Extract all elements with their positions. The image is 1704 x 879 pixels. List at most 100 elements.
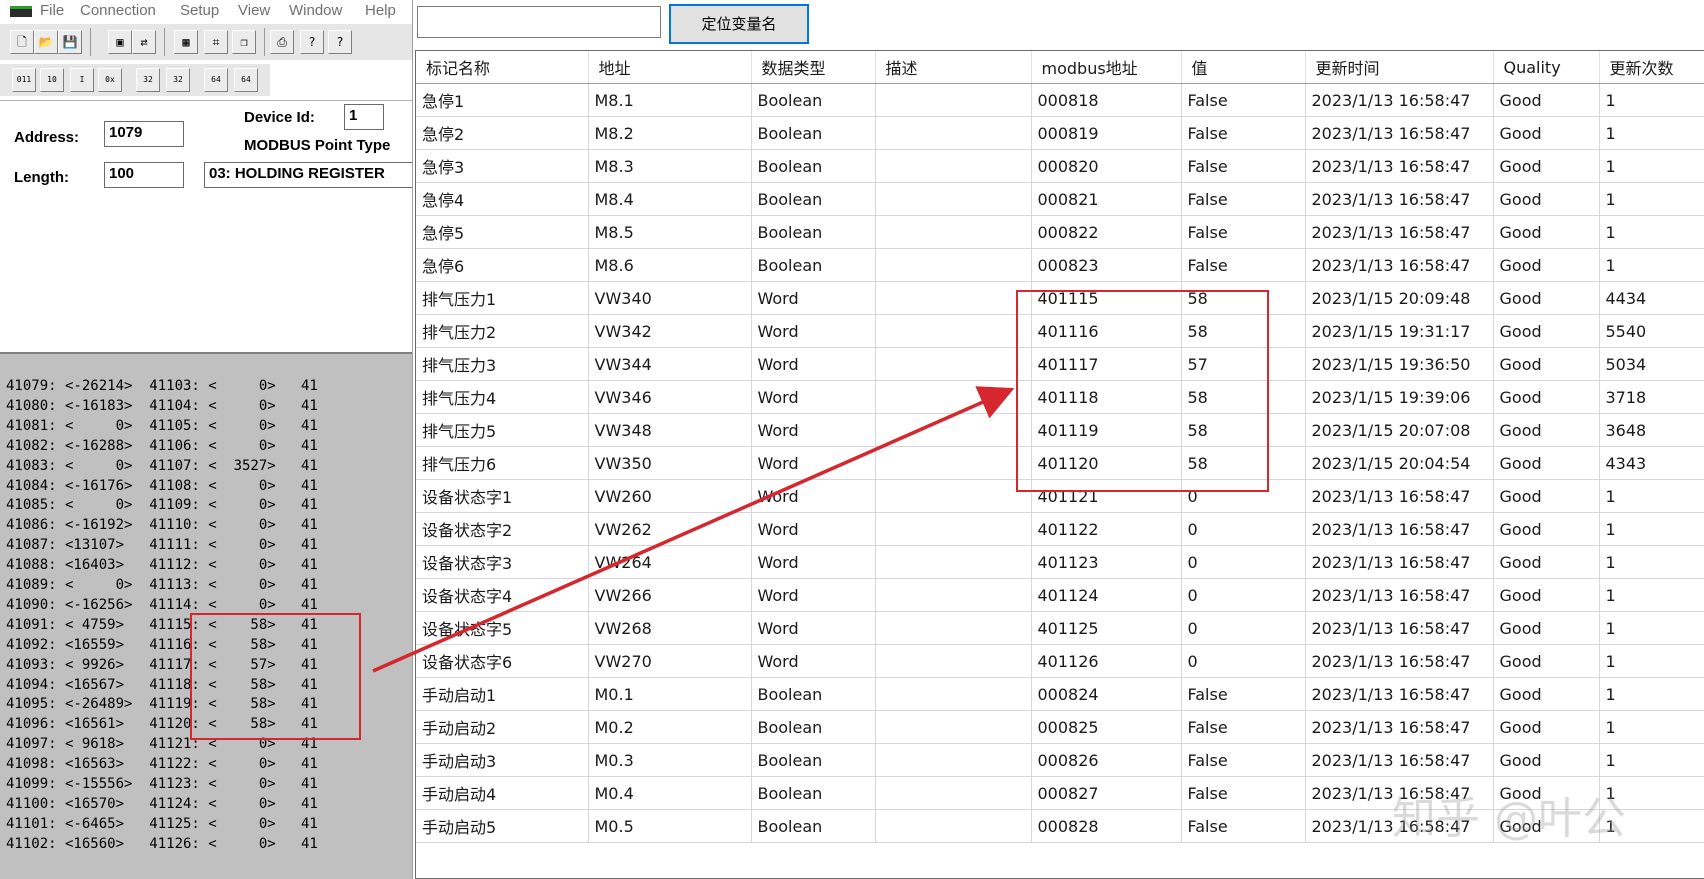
description-cell xyxy=(875,347,1032,381)
table-row[interactable]: 排气压力2 VW342 Word 401116 58 2023/1/15 19:31:17… xyxy=(416,314,1704,348)
table-row[interactable]: 设备状态字1 VW260 Word 401121 0 2023/1/13 16:58:47… xyxy=(416,479,1704,513)
update-count-cell: 1 xyxy=(1599,248,1704,282)
table-row[interactable]: 排气压力4 VW346 Word 401118 58 2023/1/15 19:39:06… xyxy=(416,380,1704,414)
decimal-format-icon[interactable]: 10 xyxy=(40,68,64,92)
table-row[interactable]: 手动启动1 M0.1 Boolean 000824 False 2023/1/13 16:… xyxy=(416,677,1704,711)
value-cell: False xyxy=(1181,215,1306,249)
open-folder-icon[interactable]: 📂 xyxy=(34,30,58,54)
length-label: Length: xyxy=(14,169,69,186)
binary-format-icon[interactable]: 011 xyxy=(12,68,36,92)
table-row[interactable]: 排气压力6 VW350 Word 401120 58 2023/1/15 20:04:54… xyxy=(416,446,1704,480)
context-help-icon[interactable]: ? xyxy=(328,30,352,54)
disconnect-icon[interactable]: ⇄ xyxy=(132,30,156,54)
menu-setup[interactable]: Setup xyxy=(180,2,219,19)
quality-cell: Good xyxy=(1493,116,1600,150)
update-count-cell: 1 xyxy=(1599,545,1704,579)
help-icon[interactable]: ? xyxy=(300,30,324,54)
table-row[interactable]: 急停6 M8.6 Boolean 000823 False 2023/1/13 16:58… xyxy=(416,248,1704,282)
menu-window[interactable]: Window xyxy=(289,2,342,19)
menu-file[interactable]: File xyxy=(40,2,64,19)
quality-cell: Good xyxy=(1493,512,1600,546)
value-cell: 0 xyxy=(1181,545,1306,579)
table-row[interactable]: 急停1 M8.1 Boolean 000818 False 2023/1/13 16:58… xyxy=(416,83,1704,117)
table-row[interactable]: 手动启动4 M0.4 Boolean 000827 False 2023/1/13 16:… xyxy=(416,776,1704,810)
modbus-address-cell: 000819 xyxy=(1031,116,1182,150)
menu-connection[interactable]: Connection xyxy=(80,2,156,19)
quality-cell: Good xyxy=(1493,809,1600,843)
column-header-quality[interactable]: Quality xyxy=(1493,51,1600,84)
print-icon[interactable]: ⎙ xyxy=(270,30,294,54)
table-row[interactable]: 排气压力1 VW340 Word 401115 58 2023/1/15 20:09:48… xyxy=(416,281,1704,315)
table-row[interactable]: 设备状态字2 VW262 Word 401122 0 2023/1/13 16:58:47… xyxy=(416,512,1704,546)
locate-variable-button[interactable]: 定位变量名 xyxy=(669,4,809,44)
save-icon[interactable]: 💾 xyxy=(58,30,82,54)
column-header-description[interactable]: 描述 xyxy=(875,51,1032,84)
value-cell: False xyxy=(1181,149,1306,183)
display-options-icon[interactable]: ▦ xyxy=(174,30,198,54)
column-header-address[interactable]: 地址 xyxy=(588,51,752,84)
table-row[interactable]: 急停3 M8.3 Boolean 000820 False 2023/1/13 16:58… xyxy=(416,149,1704,183)
column-header-update-count[interactable]: 更新次数 xyxy=(1599,51,1704,84)
reverse-float-icon[interactable]: 32 xyxy=(166,68,190,92)
description-cell xyxy=(875,545,1032,579)
reverse-double-icon[interactable]: 64 xyxy=(234,68,258,92)
data-type-cell: Boolean xyxy=(751,710,876,744)
update-time-cell: 2023/1/13 16:58:47 xyxy=(1305,809,1494,843)
column-header-data-type[interactable]: 数据类型 xyxy=(751,51,876,84)
length-field[interactable]: 100 xyxy=(104,162,184,188)
point-type-select[interactable]: 03: HOLDING REGISTER xyxy=(204,162,415,188)
update-count-cell: 1 xyxy=(1599,809,1704,843)
table-row[interactable]: 排气压力3 VW344 Word 401117 57 2023/1/15 19:36:50… xyxy=(416,347,1704,381)
table-row[interactable]: 手动启动2 M0.2 Boolean 000825 False 2023/1/13 16:… xyxy=(416,710,1704,744)
modbus-address-cell: 000828 xyxy=(1031,809,1182,843)
modbus-address-cell: 401121 xyxy=(1031,479,1182,513)
table-row[interactable]: 排气压力5 VW348 Word 401119 58 2023/1/15 20:07:08… xyxy=(416,413,1704,447)
tile-windows-icon[interactable]: ❐ xyxy=(232,30,256,54)
connect-icon[interactable]: ▣ xyxy=(108,30,132,54)
modbus-address-cell: 000821 xyxy=(1031,182,1182,216)
tag-table-body: 急停1 M8.1 Boolean 000818 False 2023/1/13 16:58… xyxy=(416,83,1704,843)
address-cell: M0.2 xyxy=(588,710,752,744)
update-time-cell: 2023/1/15 20:09:48 xyxy=(1305,281,1494,315)
table-row[interactable]: 设备状态字4 VW266 Word 401124 0 2023/1/13 16:58:47… xyxy=(416,578,1704,612)
update-count-cell: 1 xyxy=(1599,182,1704,216)
update-count-cell: 4343 xyxy=(1599,446,1704,480)
new-file-icon[interactable]: 🗋 xyxy=(10,30,34,54)
column-header-update-time[interactable]: 更新时间 xyxy=(1305,51,1494,84)
address-cell: VW262 xyxy=(588,512,752,546)
address-cell: M0.3 xyxy=(588,743,752,777)
menu-view[interactable]: View xyxy=(238,2,270,19)
point-type-label: MODBUS Point Type xyxy=(244,137,391,154)
double-format-icon[interactable]: 64 xyxy=(204,68,228,92)
hex-format-icon[interactable]: 0x xyxy=(98,68,122,92)
menu-help[interactable]: Help xyxy=(365,2,396,19)
table-row[interactable]: 急停4 M8.4 Boolean 000821 False 2023/1/13 16:58… xyxy=(416,182,1704,216)
table-row[interactable]: 手动启动5 M0.5 Boolean 000828 False 2023/1/13 16:… xyxy=(416,809,1704,843)
float-format-icon[interactable]: 32 xyxy=(136,68,160,92)
column-header-value[interactable]: 值 xyxy=(1181,51,1306,84)
tag-name-cell: 排气压力3 xyxy=(416,347,589,381)
column-header-tag-name[interactable]: 标记名称 xyxy=(416,51,589,84)
address-field[interactable]: 1079 xyxy=(104,121,184,147)
table-row[interactable]: 手动启动3 M0.3 Boolean 000826 False 2023/1/13 16:… xyxy=(416,743,1704,777)
table-row[interactable]: 急停5 M8.5 Boolean 000822 False 2023/1/13 16:58… xyxy=(416,215,1704,249)
table-row[interactable]: 设备状态字3 VW264 Word 401123 0 2023/1/13 16:58:47… xyxy=(416,545,1704,579)
tag-name-cell: 急停4 xyxy=(416,182,589,216)
modbus-address-cell: 401122 xyxy=(1031,512,1182,546)
update-time-cell: 2023/1/13 16:58:47 xyxy=(1305,215,1494,249)
data-type-cell: Boolean xyxy=(751,149,876,183)
column-header-modbus-address[interactable]: modbus地址 xyxy=(1031,51,1182,84)
table-row[interactable]: 急停2 M8.2 Boolean 000819 False 2023/1/13 16:58… xyxy=(416,116,1704,150)
address-cell: VW346 xyxy=(588,380,752,414)
table-row[interactable]: 设备状态字6 VW270 Word 401126 0 2023/1/13 16:58:47… xyxy=(416,644,1704,678)
search-input[interactable] xyxy=(417,6,661,38)
data-type-cell: Word xyxy=(751,380,876,414)
data-type-cell: Boolean xyxy=(751,182,876,216)
device-id-field[interactable]: 1 xyxy=(344,104,384,130)
modbus-address-cell: 401119 xyxy=(1031,413,1182,447)
data-view-icon[interactable]: ⌗ xyxy=(204,30,228,54)
update-time-cell: 2023/1/13 16:58:47 xyxy=(1305,611,1494,645)
integer-format-icon[interactable]: I xyxy=(70,68,94,92)
table-row[interactable]: 设备状态字5 VW268 Word 401125 0 2023/1/13 16:58:47… xyxy=(416,611,1704,645)
description-cell xyxy=(875,743,1032,777)
